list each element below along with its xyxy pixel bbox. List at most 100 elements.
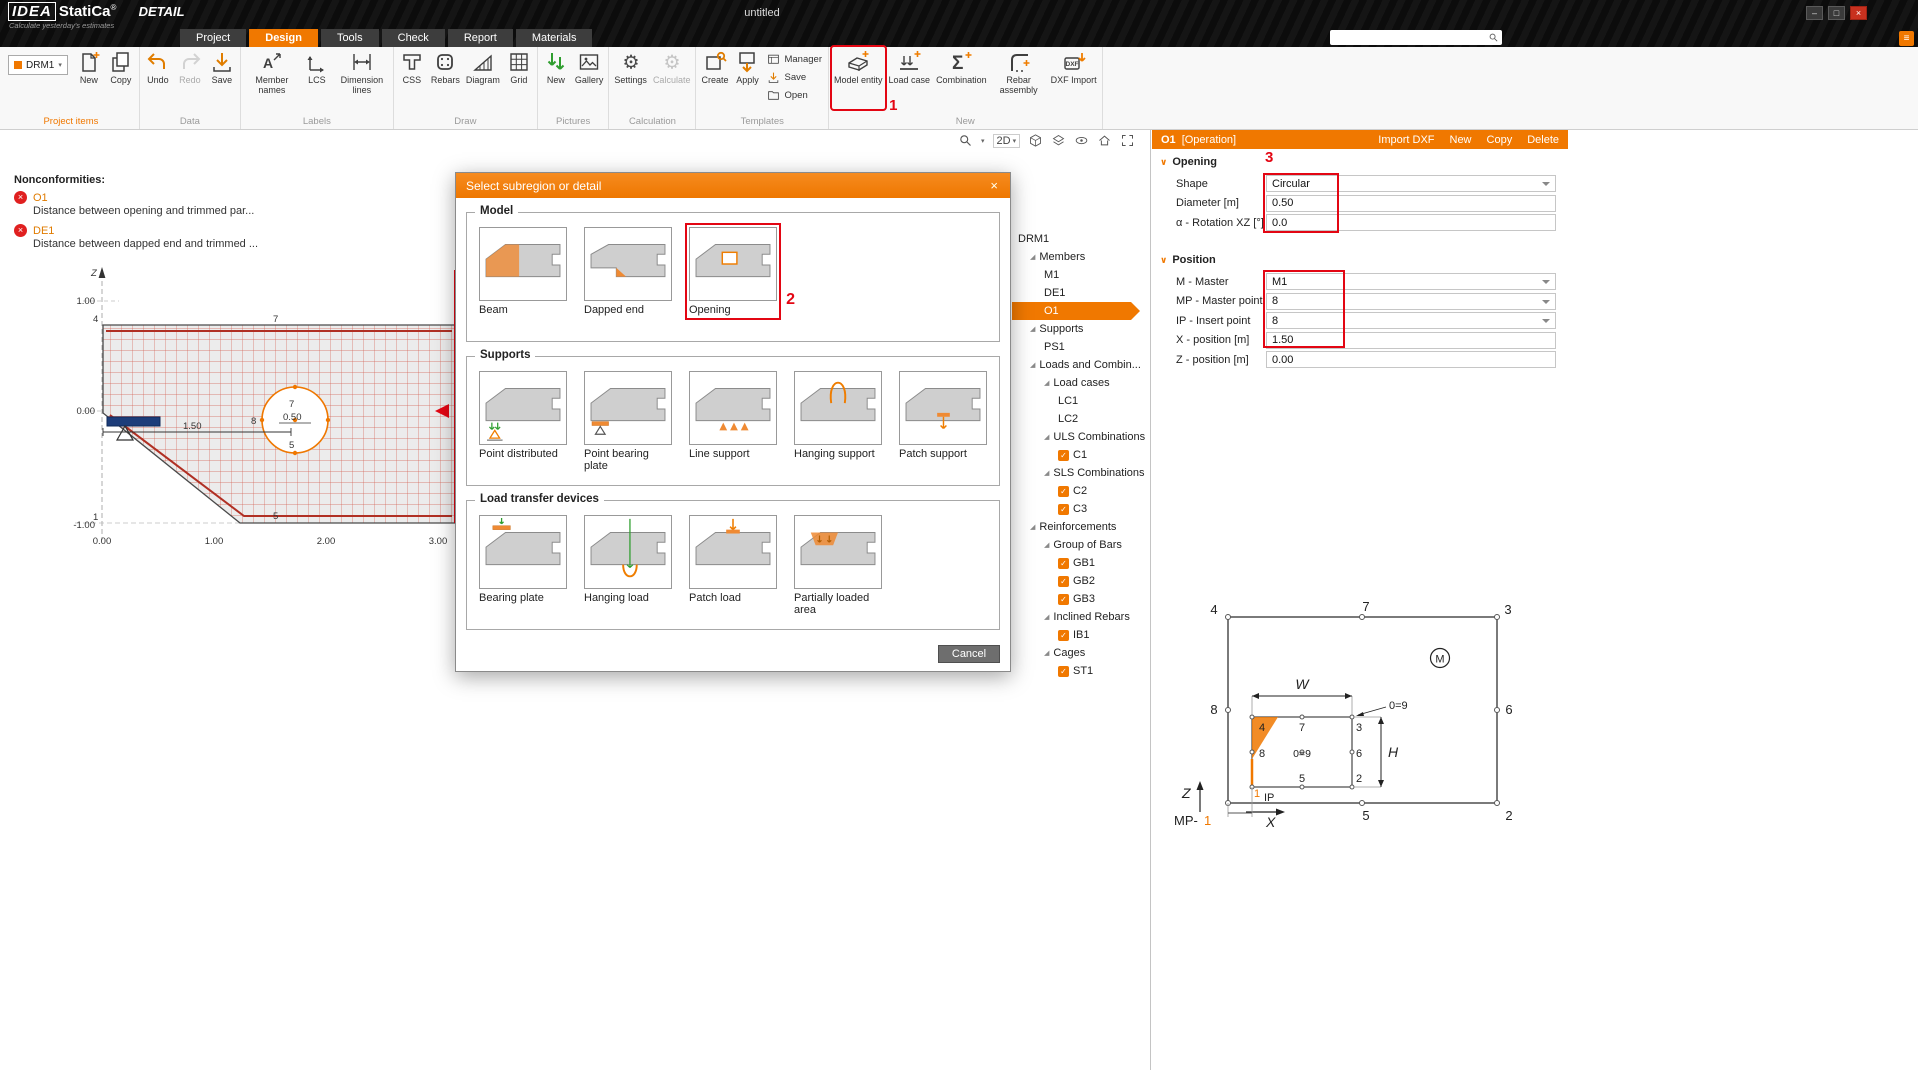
tree-item-drm1[interactable]: ◢ ✓ DRM1 bbox=[1012, 230, 1150, 248]
close-icon[interactable]: × bbox=[988, 178, 1000, 193]
expander-icon[interactable]: ◢ bbox=[1030, 523, 1035, 531]
view-mode-selector[interactable]: 2D ▾ bbox=[993, 134, 1021, 148]
tab-project[interactable]: Project bbox=[180, 29, 246, 47]
ribbon-button-diagram[interactable]: Diagram bbox=[464, 47, 502, 109]
tree-item-c3[interactable]: ◢ ✓ C3 bbox=[1012, 500, 1150, 518]
search-input[interactable] bbox=[1333, 31, 1488, 44]
ribbon-button-css[interactable]: CSS bbox=[397, 47, 427, 109]
tab-report[interactable]: Report bbox=[448, 29, 513, 47]
tree-item-inclined-rebars[interactable]: ◢ ✓ Inclined Rebars bbox=[1012, 608, 1150, 626]
ribbon-button-new[interactable]: New bbox=[541, 47, 571, 109]
ribbon-button-load-case[interactable]: Load case bbox=[887, 47, 933, 109]
subregion-card-beam[interactable]: Beam bbox=[479, 227, 567, 316]
tree-item-lc1[interactable]: ◢ ✓ LC1 bbox=[1012, 392, 1150, 410]
subregion-card-opening[interactable]: Opening 2 bbox=[689, 227, 777, 316]
tree-item-st1[interactable]: ◢ ✓ ST1 bbox=[1012, 662, 1150, 680]
ribbon-button-lcs[interactable]: LCS bbox=[302, 47, 332, 109]
tab-tools[interactable]: Tools bbox=[321, 29, 379, 47]
checkbox-icon[interactable]: ✓ bbox=[1058, 558, 1069, 569]
ribbon-button-redo[interactable]: Redo bbox=[175, 47, 205, 109]
subregion-card-bearing-plate[interactable]: Bearing plate bbox=[479, 515, 567, 616]
tab-design[interactable]: Design bbox=[249, 29, 318, 47]
property-field[interactable]: 0.00 bbox=[1266, 351, 1556, 368]
ribbon-button-settings[interactable]: Settings bbox=[612, 47, 649, 109]
ribbon-button-copy[interactable]: Copy bbox=[106, 47, 136, 109]
subregion-card-patch-load[interactable]: Patch load bbox=[689, 515, 777, 616]
checkbox-icon[interactable]: ✓ bbox=[1058, 450, 1069, 461]
expander-icon[interactable]: ◢ bbox=[1030, 253, 1035, 261]
render-cube-icon[interactable] bbox=[1028, 133, 1043, 148]
props-action-new[interactable]: New bbox=[1450, 134, 1472, 146]
tree-item-load-cases[interactable]: ◢ ✓ Load cases bbox=[1012, 374, 1150, 392]
tab-check[interactable]: Check bbox=[382, 29, 445, 47]
tree-item-gb1[interactable]: ◢ ✓ GB1 bbox=[1012, 554, 1150, 572]
subregion-card-line-support[interactable]: Line support bbox=[689, 371, 777, 472]
tree-item-loads-and-combin-[interactable]: ◢ ✓ Loads and Combin... bbox=[1012, 356, 1150, 374]
expander-icon[interactable]: ◢ bbox=[1044, 541, 1049, 549]
magnifier-icon[interactable] bbox=[958, 133, 973, 148]
fit-view-icon[interactable] bbox=[1120, 133, 1135, 148]
subregion-card-partially-loaded-area[interactable]: Partially loaded area bbox=[794, 515, 882, 616]
ribbon-button-model-entity[interactable]: Model entity 1 bbox=[832, 47, 885, 109]
subregion-card-hanging-load[interactable]: Hanging load bbox=[584, 515, 672, 616]
property-field[interactable]: M1 bbox=[1266, 273, 1556, 290]
tree-item-sls-combinations[interactable]: ◢ ✓ SLS Combinations bbox=[1012, 464, 1150, 482]
tree-item-c2[interactable]: ◢ ✓ C2 bbox=[1012, 482, 1150, 500]
checkbox-icon[interactable]: ✓ bbox=[1058, 594, 1069, 605]
tab-materials[interactable]: Materials bbox=[516, 29, 593, 47]
checkbox-icon[interactable]: ✓ bbox=[1058, 504, 1069, 515]
collapse-icon[interactable]: ∨ bbox=[1160, 255, 1167, 266]
expander-icon[interactable]: ◢ bbox=[1030, 361, 1035, 369]
tree-item-c1[interactable]: ◢ ✓ C1 bbox=[1012, 446, 1150, 464]
checkbox-icon[interactable]: ✓ bbox=[1058, 486, 1069, 497]
tree-item-m1[interactable]: ◢ ✓ M1 bbox=[1012, 266, 1150, 284]
ribbon-button-save[interactable]: Save bbox=[207, 47, 237, 109]
ribbon-button-create[interactable]: Create bbox=[699, 47, 730, 109]
tree-item-uls-combinations[interactable]: ◢ ✓ ULS Combinations bbox=[1012, 428, 1150, 446]
expander-icon[interactable]: ◢ bbox=[1044, 649, 1049, 657]
search-box[interactable] bbox=[1330, 30, 1502, 45]
ribbon-small-button-save[interactable]: Save bbox=[764, 70, 825, 85]
property-field[interactable]: 8 bbox=[1266, 312, 1556, 329]
subregion-card-patch-support[interactable]: Patch support bbox=[899, 371, 987, 472]
ribbon-button-grid[interactable]: Grid bbox=[504, 47, 534, 109]
tree-item-reinforcements[interactable]: ◢ ✓ Reinforcements bbox=[1012, 518, 1150, 536]
expander-icon[interactable]: ◢ bbox=[1030, 325, 1035, 333]
tree-item-gb3[interactable]: ◢ ✓ GB3 bbox=[1012, 590, 1150, 608]
tree-item-ib1[interactable]: ◢ ✓ IB1 bbox=[1012, 626, 1150, 644]
ribbon-small-button-manager[interactable]: Manager bbox=[764, 52, 825, 67]
tree-item-group-of-bars[interactable]: ◢ ✓ Group of Bars bbox=[1012, 536, 1150, 554]
props-action-import-dxf[interactable]: Import DXF bbox=[1378, 134, 1434, 146]
props-action-delete[interactable]: Delete bbox=[1527, 134, 1559, 146]
property-field[interactable]: Circular bbox=[1266, 175, 1556, 192]
ribbon-button-rebar-assembly[interactable]: Rebar assembly bbox=[991, 47, 1047, 109]
property-field[interactable]: 0.50 bbox=[1266, 195, 1556, 212]
checkbox-icon[interactable]: ✓ bbox=[1058, 576, 1069, 587]
expander-icon[interactable]: ◢ bbox=[1044, 613, 1049, 621]
ribbon-button-gallery[interactable]: Gallery bbox=[573, 47, 606, 109]
app-menu-icon[interactable]: ≡ bbox=[1899, 31, 1914, 46]
minimize-button[interactable]: – bbox=[1806, 6, 1823, 20]
checkbox-icon[interactable]: ✓ bbox=[1058, 666, 1069, 677]
home-icon[interactable] bbox=[1097, 133, 1112, 148]
ribbon-button-apply[interactable]: Apply bbox=[732, 47, 762, 109]
ribbon-button-new[interactable]: New bbox=[74, 47, 104, 109]
property-field[interactable]: 1.50 bbox=[1266, 332, 1556, 349]
tree-item-o1[interactable]: ◢ ✓ O1 bbox=[1012, 302, 1140, 320]
property-field[interactable]: 8 bbox=[1266, 293, 1556, 310]
ribbon-button-rebars[interactable]: Rebars bbox=[429, 47, 462, 109]
ribbon-button-undo[interactable]: Undo bbox=[143, 47, 173, 109]
tree-item-supports[interactable]: ◢ ✓ Supports bbox=[1012, 320, 1150, 338]
maximize-button[interactable]: □ bbox=[1828, 6, 1845, 20]
props-action-copy[interactable]: Copy bbox=[1487, 134, 1513, 146]
expander-icon[interactable]: ◢ bbox=[1044, 433, 1049, 441]
ribbon-button-calculate[interactable]: Calculate bbox=[651, 47, 693, 109]
ribbon-button-dimension-lines[interactable]: Dimension lines bbox=[334, 47, 390, 109]
subregion-card-dapped-end[interactable]: Dapped end bbox=[584, 227, 672, 316]
collapse-icon[interactable]: ∨ bbox=[1160, 157, 1167, 168]
subregion-card-point-bearing-plate[interactable]: Point bearing plate bbox=[584, 371, 672, 472]
tree-item-ps1[interactable]: ◢ ✓ PS1 bbox=[1012, 338, 1150, 356]
subregion-card-hanging-support[interactable]: Hanging support bbox=[794, 371, 882, 472]
expander-icon[interactable]: ◢ bbox=[1044, 469, 1049, 477]
subregion-card-point-distributed[interactable]: Point distributed bbox=[479, 371, 567, 472]
